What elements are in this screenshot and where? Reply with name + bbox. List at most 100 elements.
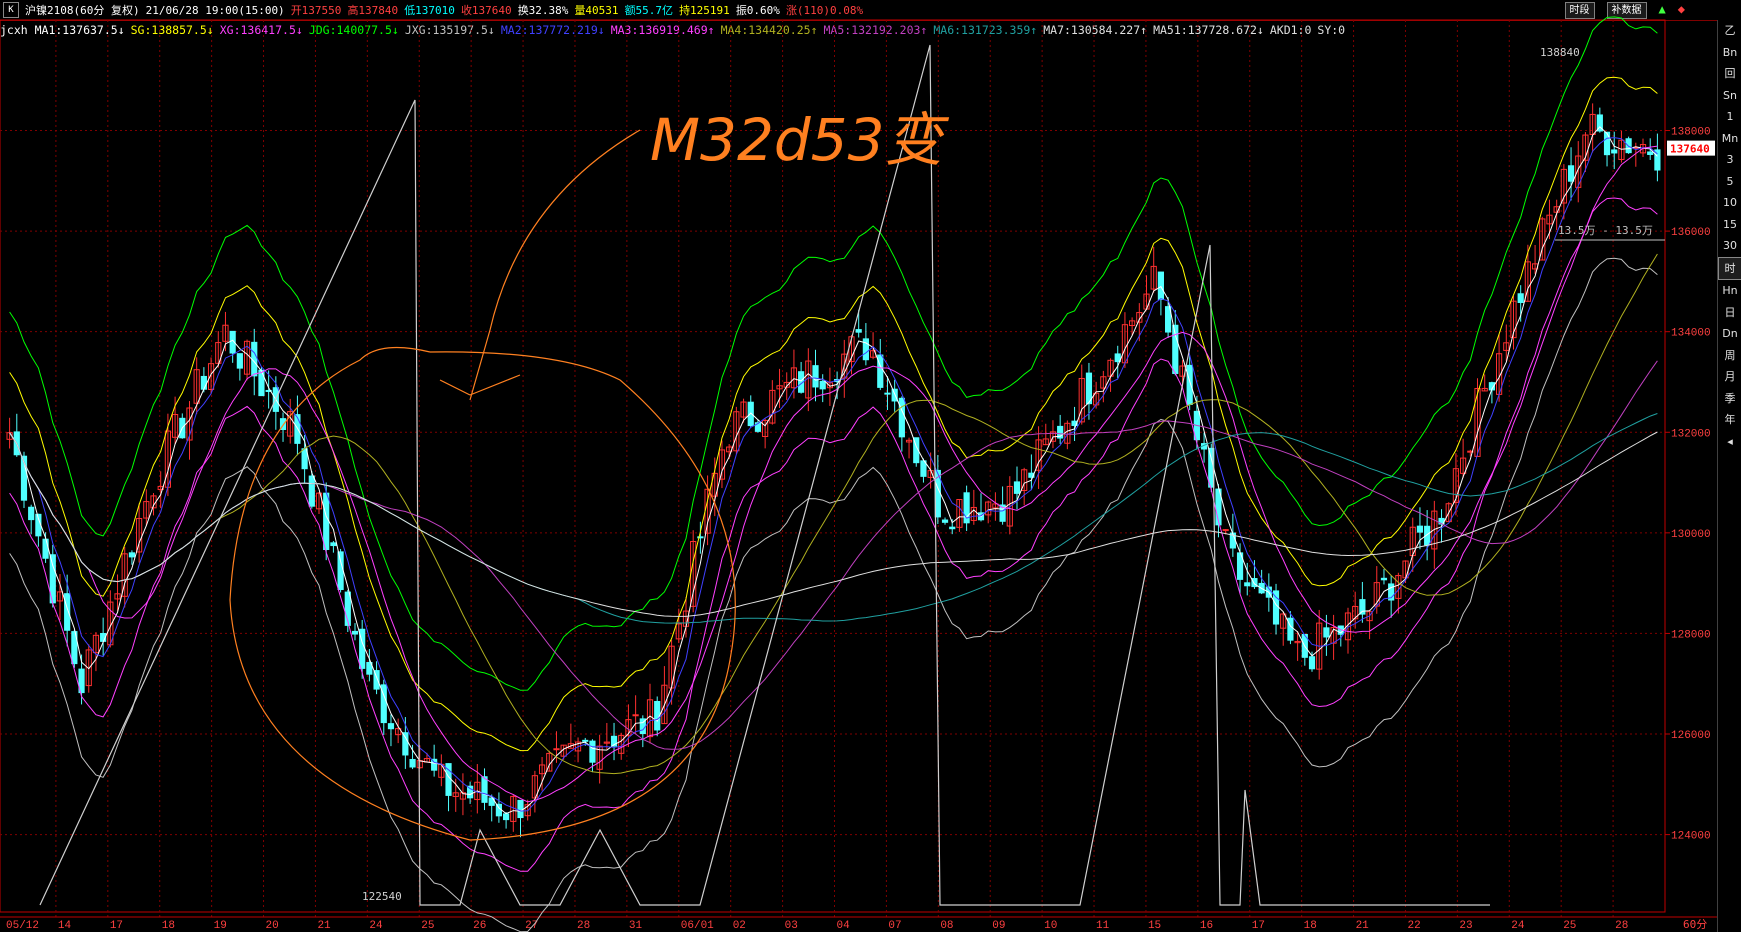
- annotation-circle: [229, 346, 736, 841]
- x-tick-label: 05/12: [6, 920, 39, 932]
- y-tick-label: 134000: [1671, 328, 1711, 340]
- period-option[interactable]: Dn: [1718, 323, 1741, 345]
- y-tick-label: 126000: [1671, 730, 1711, 742]
- candle-body: [747, 401, 754, 427]
- candle-body: [949, 526, 956, 530]
- period-option[interactable]: 乙: [1718, 20, 1741, 42]
- x-tick-label: 21: [1356, 920, 1370, 932]
- candle-body: [337, 551, 344, 591]
- candle-body: [1013, 481, 1021, 494]
- ma3-line: [9, 145, 1658, 803]
- candle-body: [1157, 271, 1164, 300]
- x-tick-label: 15: [1148, 920, 1161, 932]
- x-tick-label: 10: [1044, 920, 1057, 932]
- ma2-line: [9, 137, 1658, 812]
- x-tick-label: 17: [1252, 920, 1265, 932]
- period-option[interactable]: 5: [1718, 171, 1741, 193]
- x-tick-label: 09: [992, 920, 1005, 932]
- candle-body: [582, 739, 589, 742]
- x-tick-label: 18: [1304, 920, 1317, 932]
- period-option[interactable]: 年: [1718, 409, 1741, 431]
- candle-body: [351, 630, 359, 635]
- x-tick-label: 24: [1511, 920, 1525, 932]
- period-option[interactable]: Sn: [1718, 85, 1741, 107]
- candle-body: [1567, 165, 1575, 182]
- x-tick-label: 19: [214, 920, 227, 932]
- period-option[interactable]: 10: [1718, 192, 1741, 214]
- period-option[interactable]: Mn: [1718, 128, 1741, 150]
- ma7-line: [9, 431, 1658, 617]
- period-option[interactable]: Bn: [1718, 42, 1741, 64]
- candle-body: [330, 542, 337, 547]
- annotation-arrow: [439, 129, 641, 401]
- candlestick-chart[interactable]: 124000 126000 128000 130000 132000 134000 1360…: [0, 0, 1717, 932]
- y-tick-label: 136000: [1671, 227, 1711, 239]
- x-tick-label: 31: [629, 920, 643, 932]
- y-tick-label: 130000: [1671, 529, 1711, 541]
- x-tick-label: 24: [369, 920, 383, 932]
- candle-body: [308, 475, 315, 507]
- period-option[interactable]: 1: [1718, 106, 1741, 128]
- candle-body: [1611, 149, 1618, 154]
- candle-body: [200, 375, 207, 390]
- candle-body: [1222, 529, 1229, 532]
- x-tick-label: 17: [110, 920, 123, 932]
- candle-body: [301, 448, 308, 470]
- candle-body: [1308, 656, 1316, 670]
- period-option[interactable]: 3: [1718, 149, 1741, 171]
- candle-body: [1603, 131, 1611, 156]
- x-tick-label: 28: [1615, 920, 1628, 932]
- candle-body: [553, 748, 560, 751]
- period-option[interactable]: 日: [1718, 302, 1741, 324]
- candle-body: [409, 758, 416, 768]
- period-sidebar: 乙 Bn 回 Sn 1 Mn 3 5 10 15 30 时 Hn 日 Dn 周月季年 ◂: [1717, 20, 1741, 932]
- candle-body: [1272, 590, 1280, 625]
- x-tick-label: 20: [266, 920, 279, 932]
- x-tick-label: 18: [162, 920, 175, 932]
- candle-body: [632, 714, 639, 717]
- period-option[interactable]: 季: [1718, 388, 1741, 410]
- cross-label: 13.5万 - 13.5万: [1558, 224, 1653, 237]
- counter-indicator-line: [39, 44, 1490, 906]
- candle-body: [884, 392, 891, 395]
- annotation-text: M32d53变: [650, 106, 949, 174]
- candle-body: [855, 329, 862, 333]
- candle-body: [495, 803, 503, 817]
- candle-body: [819, 380, 826, 390]
- candle-body: [402, 732, 409, 756]
- x-tick-label: 22: [1407, 920, 1420, 932]
- x-tick-label: 08: [940, 920, 953, 932]
- period-option[interactable]: 时: [1718, 256, 1741, 280]
- y-tick-label: 128000: [1671, 629, 1711, 641]
- x-tick-label: 26: [473, 920, 486, 932]
- period-option[interactable]: 回: [1718, 63, 1741, 85]
- candle-body: [1359, 599, 1366, 615]
- period-option[interactable]: 周: [1718, 345, 1741, 367]
- candle-body: [941, 519, 949, 523]
- x-tick-label: 21: [317, 920, 331, 932]
- period-option[interactable]: ◂: [1718, 431, 1741, 453]
- low-marker: 122540: [362, 890, 402, 903]
- period-option[interactable]: 30: [1718, 235, 1741, 257]
- candle-body: [503, 813, 510, 821]
- candle-body: [387, 723, 395, 730]
- candle-body: [28, 506, 35, 521]
- candle-body: [1380, 577, 1388, 581]
- candle-body: [42, 538, 49, 559]
- x-tick-label: 25: [1563, 920, 1576, 932]
- period-label: 60分: [1683, 918, 1707, 931]
- period-option[interactable]: 15: [1718, 214, 1741, 236]
- y-tick-label: 124000: [1671, 831, 1711, 843]
- x-tick-label: 04: [837, 920, 851, 932]
- candle-body: [517, 799, 524, 819]
- x-tick-label: 11: [1096, 920, 1110, 932]
- candle-body: [654, 700, 661, 731]
- period-option[interactable]: 月: [1718, 366, 1741, 388]
- x-tick-label: 28: [577, 920, 590, 932]
- candle-body: [1323, 627, 1330, 638]
- period-option[interactable]: Hn: [1718, 280, 1741, 302]
- current-price-label: 137640: [1670, 143, 1710, 156]
- x-tick-label: 23: [1459, 920, 1472, 932]
- x-tick-label: 16: [1200, 920, 1213, 932]
- sg-band-line: [9, 76, 1658, 752]
